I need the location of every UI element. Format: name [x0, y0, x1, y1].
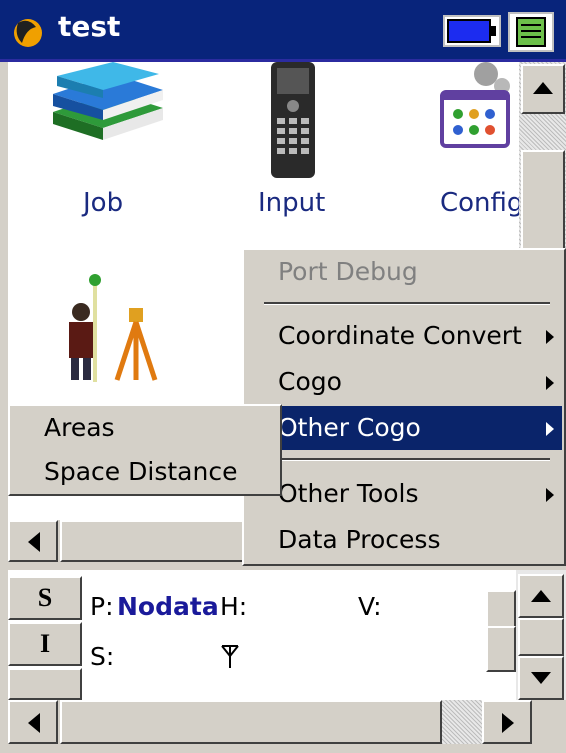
s-label: S:: [90, 642, 115, 671]
scroll-up-button[interactable]: [521, 64, 565, 114]
job-label: Job: [83, 188, 124, 218]
menu-item-other-cogo[interactable]: Other Cogo: [246, 406, 562, 450]
panel-scroll-thumb[interactable]: [518, 618, 564, 656]
bottom-scroll-left-button[interactable]: [8, 700, 58, 744]
panel-scroll-down-button[interactable]: [518, 656, 564, 700]
submenu-arrow-icon: [546, 488, 554, 502]
menu-item-label: Areas: [44, 413, 115, 442]
submenu-arrow-icon: [546, 330, 554, 344]
menu-item-label: Space Distance: [44, 457, 238, 486]
bottom-horizontal-scrollbar[interactable]: [8, 700, 566, 744]
input-item[interactable]: Input: [228, 62, 368, 252]
partial-right-button[interactable]: [486, 590, 516, 630]
battery-icon[interactable]: [443, 14, 501, 48]
submenu-arrow-icon: [546, 422, 554, 436]
horizontal-scrollbar[interactable]: [8, 520, 248, 562]
arrow-up-icon: [533, 82, 553, 94]
partial-button[interactable]: [8, 668, 82, 700]
app-logo-icon: [14, 19, 42, 47]
antenna-icon: [221, 645, 239, 668]
p-value: Nodata: [117, 592, 219, 621]
books-icon: [53, 62, 163, 140]
submenu-arrow-icon: [546, 376, 554, 390]
s-button[interactable]: S: [8, 576, 82, 620]
submenu-item-space-distance[interactable]: Space Distance: [12, 450, 278, 494]
arrow-up-icon: [531, 590, 551, 602]
panel-vertical-scrollbar[interactable]: [516, 570, 566, 700]
submenu-item-areas[interactable]: Areas: [12, 406, 278, 450]
settings-panel-icon: [440, 62, 510, 148]
menu-item-other-tools[interactable]: Other Tools: [246, 472, 562, 516]
h-label: H:: [220, 592, 248, 621]
menu-separator: [264, 458, 550, 461]
menu-item-label: Data Process: [278, 525, 441, 554]
window-title: test: [58, 10, 121, 43]
input-label: Input: [258, 188, 326, 218]
menu-item-label: Other Cogo: [278, 413, 421, 442]
title-bar: test: [0, 0, 566, 62]
arrow-right-icon: [502, 713, 514, 733]
menu-item-label: Other Tools: [278, 479, 419, 508]
submenu: Areas Space Distance: [8, 404, 282, 496]
bottom-scroll-track[interactable]: [442, 700, 482, 744]
surveyor-icon: [69, 274, 158, 382]
arrow-left-icon: [28, 532, 40, 552]
menu-item-label: Cogo: [278, 367, 342, 396]
menu-item-label: Port Debug: [278, 257, 418, 286]
menu-item-coordinate-convert[interactable]: Coordinate Convert: [246, 314, 562, 358]
menu-item-cogo[interactable]: Cogo: [246, 360, 562, 404]
bottom-scroll-thumb[interactable]: [60, 700, 442, 744]
i-button-label: I: [39, 629, 51, 658]
p-label: P:: [90, 592, 114, 621]
config-item[interactable]: Config: [428, 62, 523, 252]
v-label: V:: [358, 592, 382, 621]
keyboard-icon[interactable]: [508, 12, 554, 52]
job-item[interactable]: Job: [38, 62, 178, 252]
partial-right-button[interactable]: [486, 626, 516, 672]
scroll-thumb-horizontal[interactable]: [60, 520, 246, 562]
i-button[interactable]: I: [8, 622, 82, 666]
menu-item-port-debug: Port Debug: [246, 250, 562, 294]
scroll-left-button[interactable]: [8, 520, 58, 562]
menu-item-data-process[interactable]: Data Process: [246, 518, 562, 562]
menu-separator: [264, 302, 550, 305]
arrow-left-icon: [28, 713, 40, 733]
bottom-scroll-right-button[interactable]: [482, 700, 532, 744]
s-button-label: S: [37, 583, 53, 612]
scroll-thumb[interactable]: [521, 150, 565, 260]
menu-item-label: Coordinate Convert: [278, 321, 522, 350]
arrow-down-icon: [531, 672, 551, 684]
config-label: Config: [440, 188, 524, 218]
status-panel: S I P: Nodata H: V: S:: [8, 570, 566, 700]
surveyor-item[interactable]: [38, 262, 178, 392]
panel-scroll-up-button[interactable]: [518, 574, 564, 618]
context-menu: Port Debug Coordinate Convert Cogo Other…: [242, 248, 566, 566]
handheld-device-icon: [271, 62, 315, 178]
